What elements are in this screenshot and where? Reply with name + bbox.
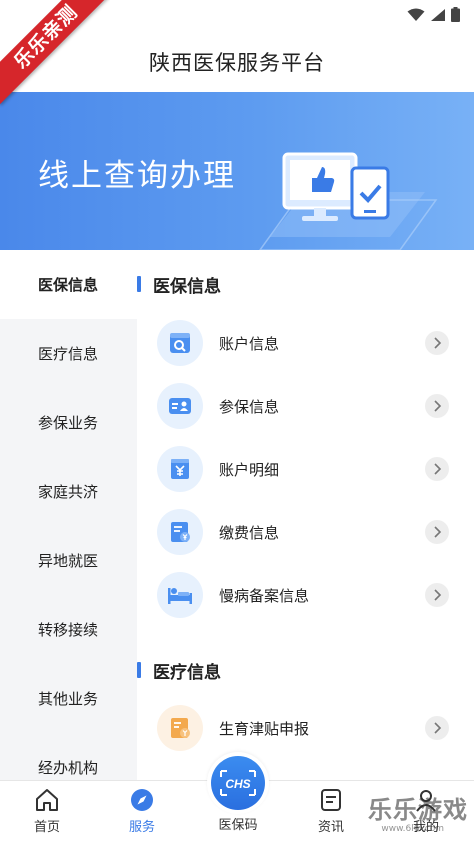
watermark-url: www.6l6l.com (381, 824, 444, 834)
side-nav-item-insurance-info[interactable]: 医保信息 (0, 250, 137, 319)
patient-bed-icon (157, 572, 203, 618)
row-label: 生育津贴申报 (219, 719, 310, 738)
wifi-icon (407, 8, 425, 21)
list-row-maternity-allowance[interactable]: 生育津贴申报 (157, 703, 449, 753)
compass-icon (131, 789, 153, 811)
side-nav-label: 医保信息 (38, 276, 99, 294)
watermark-logo: 乐乐游戏 (368, 796, 468, 824)
battery-icon (451, 7, 460, 22)
status-icons (407, 7, 460, 22)
side-nav-label: 家庭共济 (38, 483, 99, 501)
row-label: 账户明细 (219, 460, 280, 479)
side-nav-item-transfer[interactable]: 转移接续 (0, 595, 137, 664)
section-title: 医保信息 (137, 272, 221, 297)
section-title: 医疗信息 (137, 658, 221, 683)
row-label: 账户信息 (219, 334, 280, 353)
corner-badge-text: 乐乐亲测 (0, 0, 110, 105)
maternity-allowance-icon (157, 705, 203, 751)
side-nav-label: 经办机构 (38, 759, 99, 777)
insured-card-icon (157, 383, 203, 429)
computer-illustration-icon (259, 152, 438, 250)
side-nav-item-medical-info[interactable]: 医疗信息 (0, 319, 137, 388)
chevron-right-icon (425, 457, 449, 481)
chevron-right-icon (425, 583, 449, 607)
banner-text: 线上查询办理 (38, 158, 236, 194)
tab-label: 首页 (33, 820, 60, 835)
side-nav: 医保信息 医疗信息 参保业务 家庭共济 异地就医 转移接续 其他业务 经办机构 (0, 250, 137, 780)
chevron-right-icon (425, 394, 449, 418)
banner: 线上查询办理 (0, 92, 474, 250)
app-screen: 乐乐亲测 陕西医保服务平台 线上查询办理 医保信息 医疗信息 参保业务 家庭共济… (0, 0, 474, 842)
section-accent-bar (137, 662, 141, 678)
tab-label: 资讯 (317, 820, 344, 835)
payment-doc-icon (157, 509, 203, 555)
tab-home[interactable]: 首页 (7, 787, 87, 835)
list-row-account-info[interactable]: 账户信息 (157, 318, 449, 368)
section-accent-bar (137, 276, 141, 292)
side-nav-label: 转移接续 (38, 621, 99, 639)
row-label: 参保信息 (219, 397, 280, 416)
news-icon (321, 789, 341, 811)
side-nav-item-insurance-business[interactable]: 参保业务 (0, 388, 137, 457)
side-nav-label: 其他业务 (38, 690, 99, 708)
home-icon (36, 789, 58, 811)
side-nav-item-other-business[interactable]: 其他业务 (0, 664, 137, 733)
list-row-insured-info[interactable]: 参保信息 (157, 381, 449, 431)
page-title: 陕西医保服务平台 (149, 51, 325, 75)
tab-news[interactable]: 资讯 (291, 787, 371, 835)
list-row-chronic-disease[interactable]: 慢病备案信息 (157, 570, 449, 620)
account-search-icon (157, 320, 203, 366)
yuan-document-icon (157, 446, 203, 492)
side-nav-item-remote-medical[interactable]: 异地就医 (0, 526, 137, 595)
corner-ribbon: 乐乐亲测 (0, 0, 110, 110)
section-title-text: 医疗信息 (153, 662, 221, 683)
row-label: 慢病备案信息 (219, 586, 310, 605)
chevron-right-icon (425, 520, 449, 544)
side-nav-label: 医疗信息 (38, 345, 99, 363)
tab-label-medical-code: 医保码 (218, 818, 258, 833)
signal-icon (431, 8, 445, 21)
list-row-account-details[interactable]: 账户明细 (157, 444, 449, 494)
chs-logo-icon: CHS (211, 756, 265, 810)
side-nav-label: 异地就医 (38, 552, 99, 570)
chevron-right-icon (425, 716, 449, 740)
row-label: 缴费信息 (219, 523, 280, 542)
side-nav-item-family-sharing[interactable]: 家庭共济 (0, 457, 137, 526)
list-row-payment-info[interactable]: 缴费信息 (157, 507, 449, 557)
content-panel: 医保信息 账户信息 参保信息 账户明细 缴费信息 慢病备案信息 医疗信息 生育津… (137, 250, 474, 780)
tab-label: 服务 (128, 820, 155, 835)
side-nav-label: 参保业务 (38, 414, 99, 432)
tab-service[interactable]: 服务 (102, 787, 182, 835)
chs-logo-text: CHS (225, 777, 250, 791)
section-title-text: 医保信息 (153, 276, 221, 297)
chevron-right-icon (425, 331, 449, 355)
medical-code-button[interactable]: CHS (207, 752, 269, 814)
